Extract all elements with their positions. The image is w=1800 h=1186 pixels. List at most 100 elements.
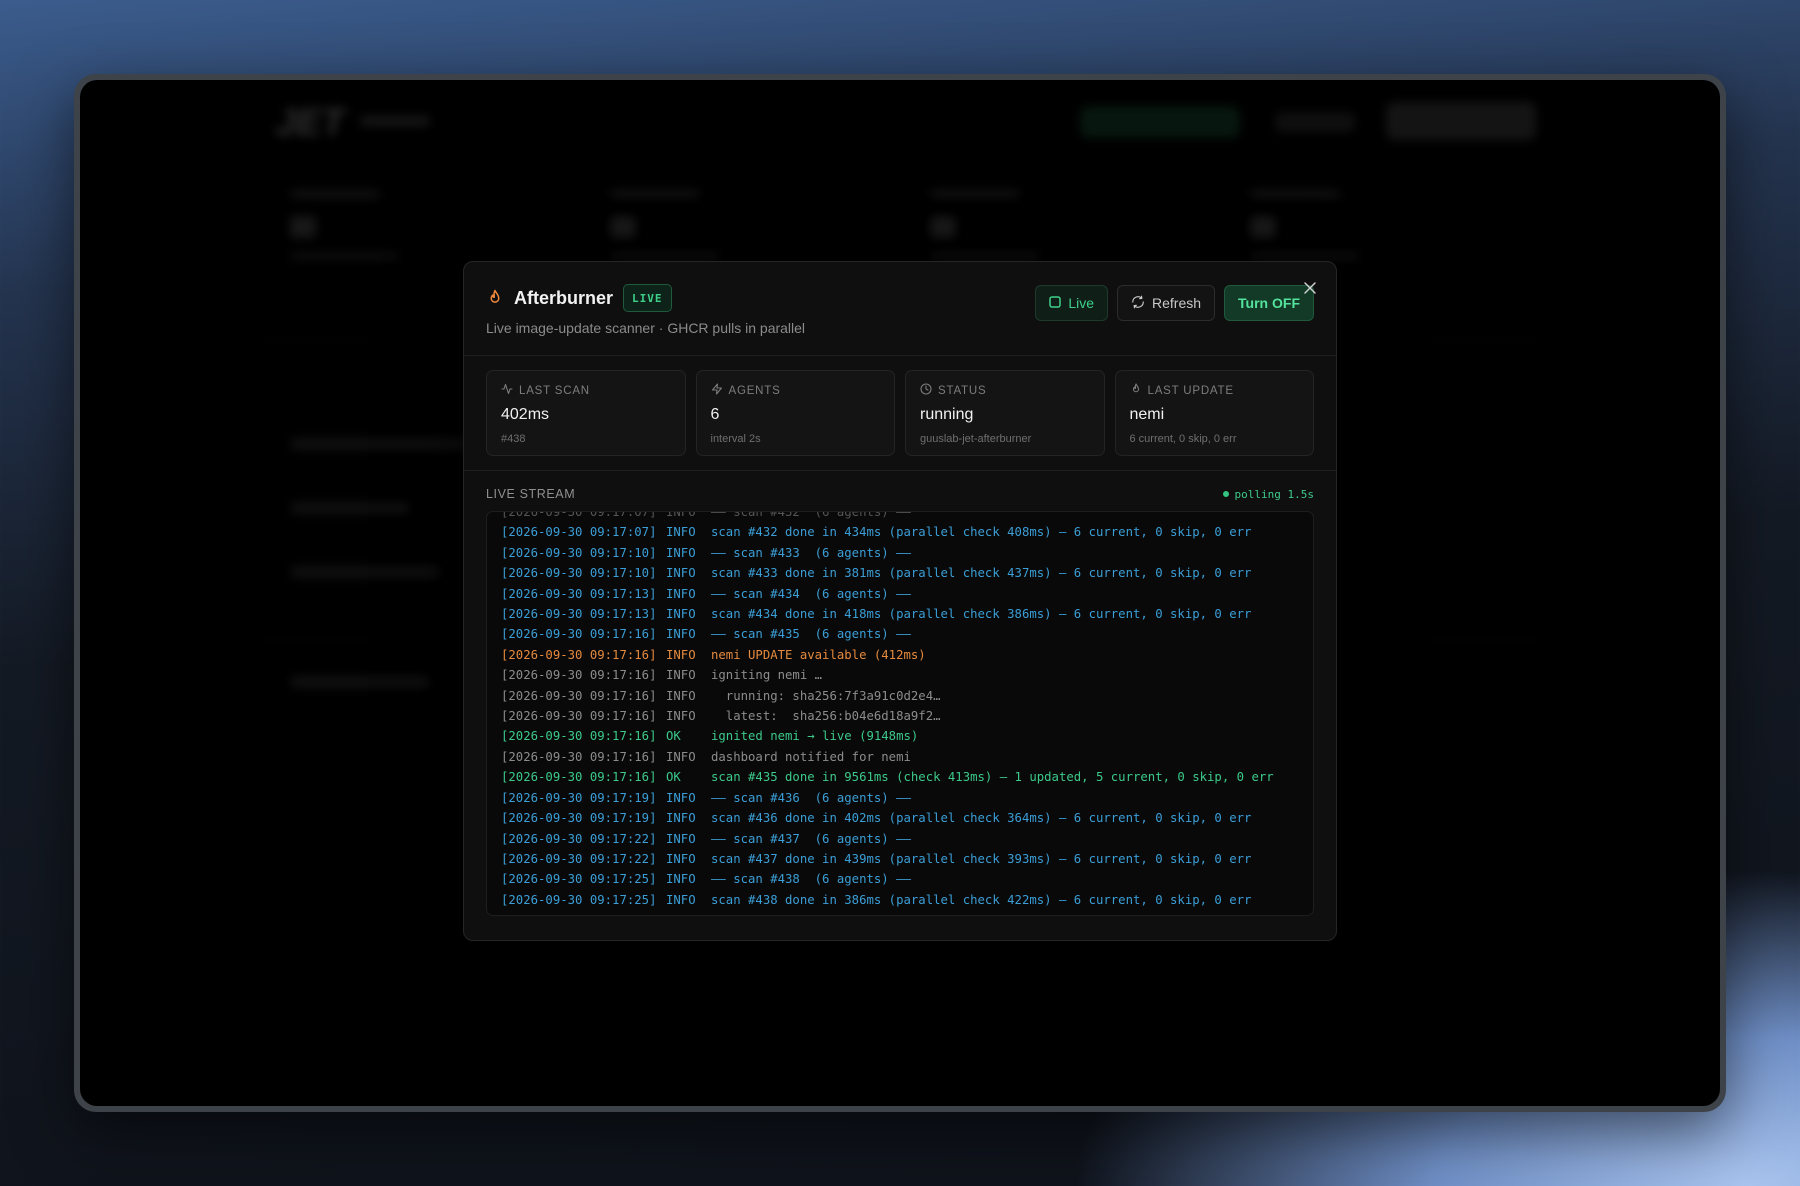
log-lvl: INFO xyxy=(666,668,696,683)
log-ts: [2026-09-30 09:17:16] xyxy=(501,770,657,785)
log-msg: scan #436 done in 402ms (parallel check … xyxy=(711,811,1252,826)
stat-label-row: AGENTS xyxy=(711,383,881,398)
turn-off-label: Turn OFF xyxy=(1238,295,1300,311)
bg-stat-card xyxy=(930,190,1080,260)
bg-stat-card xyxy=(610,190,760,260)
turn-off-button[interactable]: Turn OFF xyxy=(1224,285,1314,321)
log-msg: —— scan #436 (6 agents) —— xyxy=(711,790,911,805)
log-lvl: INFO xyxy=(666,511,696,519)
modal-title: Afterburner xyxy=(514,287,614,308)
stat-sub: 6 current, 0 skip, 0 err xyxy=(1129,433,1237,445)
log-ts: [2026-09-30 09:17:22] xyxy=(501,831,657,846)
stat-label-row: LAST SCAN xyxy=(501,383,671,398)
log-msg: scan #435 done in 9561ms (check 413ms) —… xyxy=(711,770,1274,785)
log-line: [2026-09-30 09:17:16] INFO igniting nemi … xyxy=(501,665,1299,685)
log-line: [2026-09-30 09:17:10] INFO —— scan #433 (6… xyxy=(501,543,1299,563)
stat-label: STATUS xyxy=(938,384,987,397)
log-ts: [2026-09-30 09:17:22] xyxy=(501,851,657,866)
log-ts: [2026-09-30 09:17:07] xyxy=(501,525,657,540)
log-lvl: INFO xyxy=(666,790,696,805)
log-msg: igniting nemi … xyxy=(711,668,823,683)
log-ts: [2026-09-30 09:17:19] xyxy=(501,790,657,805)
close-icon[interactable] xyxy=(1302,280,1318,296)
bg-stat-card xyxy=(1250,190,1400,260)
log-lvl: INFO xyxy=(666,545,696,560)
stat-sub: guuslab-jet-afterburner xyxy=(920,433,1032,445)
log-msg: scan #437 done in 439ms (parallel check … xyxy=(711,851,1252,866)
log-ts: [2026-09-30 09:17:19] xyxy=(501,811,657,826)
refresh-button[interactable]: Refresh xyxy=(1117,285,1216,321)
stats-row: LAST SCAN 402ms #438 AGENTS 6 interval 2… xyxy=(464,356,1336,471)
afterburner-modal: Afterburner LIVE Live image-update scann… xyxy=(463,261,1337,941)
log-msg: scan #438 done in 386ms (parallel check … xyxy=(711,892,1252,907)
bg-list-row xyxy=(290,502,410,514)
clock-icon xyxy=(920,383,932,398)
app-logo: JET xyxy=(275,102,345,144)
log-lvl: INFO xyxy=(666,688,696,703)
zap-icon xyxy=(711,383,723,398)
nav-link-placeholder xyxy=(1275,112,1355,132)
refresh-label: Refresh xyxy=(1152,295,1202,311)
log-lvl: INFO xyxy=(666,831,696,846)
log-ts: [2026-09-30 09:17:13] xyxy=(501,607,657,622)
stat-card-agents: AGENTS 6 interval 2s xyxy=(695,370,895,456)
stat-card-status: STATUS running guuslab-jet-afterburner xyxy=(905,370,1105,456)
log-stream[interactable]: [2026-09-30 09:17:07] INFO —— scan #432 (6… xyxy=(486,511,1314,916)
bg-list-row xyxy=(290,566,440,578)
stat-sub: interval 2s xyxy=(710,433,761,445)
activity-icon xyxy=(501,383,513,398)
log-lvl: INFO xyxy=(666,749,696,764)
log-lvl: INFO xyxy=(666,709,696,724)
log-msg: scan #433 done in 381ms (parallel check … xyxy=(711,566,1252,581)
modal-subtitle: Live image-update scanner · GHCR pulls i… xyxy=(486,320,806,336)
log-msg: —— scan #437 (6 agents) —— xyxy=(711,831,911,846)
log-msg: scan #434 done in 418ms (parallel check … xyxy=(711,607,1252,622)
log-msg: nemi UPDATE available (412ms) xyxy=(711,647,926,662)
log-line: [2026-09-30 09:17:07] INFO —— scan #432 (6… xyxy=(501,511,1299,522)
stream-title: LIVE STREAM xyxy=(486,487,576,501)
stat-label: AGENTS xyxy=(728,384,781,397)
live-toggle-button[interactable]: Live xyxy=(1035,285,1109,321)
stat-label: LAST UPDATE xyxy=(1147,384,1234,397)
log-ts: [2026-09-30 09:17:10] xyxy=(501,566,657,581)
stat-value: 402ms xyxy=(501,406,550,423)
refresh-icon xyxy=(1131,295,1145,312)
log-ts: [2026-09-30 09:17:16] xyxy=(501,749,657,764)
log-msg: —— scan #435 (6 agents) —— xyxy=(711,627,911,642)
log-lvl: INFO xyxy=(666,872,696,887)
log-msg: —— scan #438 (6 agents) —— xyxy=(711,872,911,887)
stat-label: LAST SCAN xyxy=(519,384,590,397)
log-ts: [2026-09-30 09:17:07] xyxy=(501,511,657,519)
modal-header: Afterburner LIVE Live image-update scann… xyxy=(464,262,1336,356)
log-ts: [2026-09-30 09:17:16] xyxy=(501,668,657,683)
log-line: [2026-09-30 09:17:16] INFO dashboard notif… xyxy=(501,747,1299,767)
log-line: [2026-09-30 09:17:10] INFO scan #433 done … xyxy=(501,563,1299,583)
log-line: [2026-09-30 09:17:16] OK ignited nemi → li… xyxy=(501,726,1299,746)
log-ts: [2026-09-30 09:17:16] xyxy=(501,729,657,744)
bg-list-row xyxy=(290,438,470,450)
log-msg: latest: sha256:b04e6d18a9f2… xyxy=(711,709,941,724)
log-line: [2026-09-30 09:17:13] INFO —— scan #434 (6… xyxy=(501,584,1299,604)
log-line: [2026-09-30 09:17:16] INFO running: sha25… xyxy=(501,686,1299,706)
log-lvl: INFO xyxy=(666,607,696,622)
stat-value: running xyxy=(920,406,974,423)
app-screen: JET Afterburner LIVE Live image-update s… xyxy=(80,80,1720,1106)
log-lvl: OK xyxy=(666,729,681,744)
log-msg: ignited nemi → live (9148ms) xyxy=(711,729,919,744)
live-badge: LIVE xyxy=(623,284,672,312)
primary-button-placeholder xyxy=(1386,102,1536,140)
bg-stat-card xyxy=(290,190,440,260)
stat-value: nemi xyxy=(1129,406,1165,423)
log-ts: [2026-09-30 09:17:16] xyxy=(501,647,657,662)
log-lvl: INFO xyxy=(666,525,696,540)
polling-indicator: polling 1.5s xyxy=(1222,488,1314,501)
status-pill-placeholder xyxy=(1080,106,1240,138)
flame-icon xyxy=(1130,383,1142,398)
stat-label-row: LAST UPDATE xyxy=(1130,383,1300,398)
log-ts: [2026-09-30 09:17:16] xyxy=(501,709,657,724)
nav-placeholder xyxy=(360,116,430,126)
log-line: [2026-09-30 09:17:25] INFO —— scan #438 (6… xyxy=(501,869,1299,889)
stat-card-last-scan: LAST SCAN 402ms #438 xyxy=(486,370,686,456)
log-line: [2026-09-30 09:17:16] OK scan #435 done in… xyxy=(501,767,1299,787)
log-lines: [2026-09-30 09:17:07] INFO —— scan #432 (6… xyxy=(501,511,1299,910)
